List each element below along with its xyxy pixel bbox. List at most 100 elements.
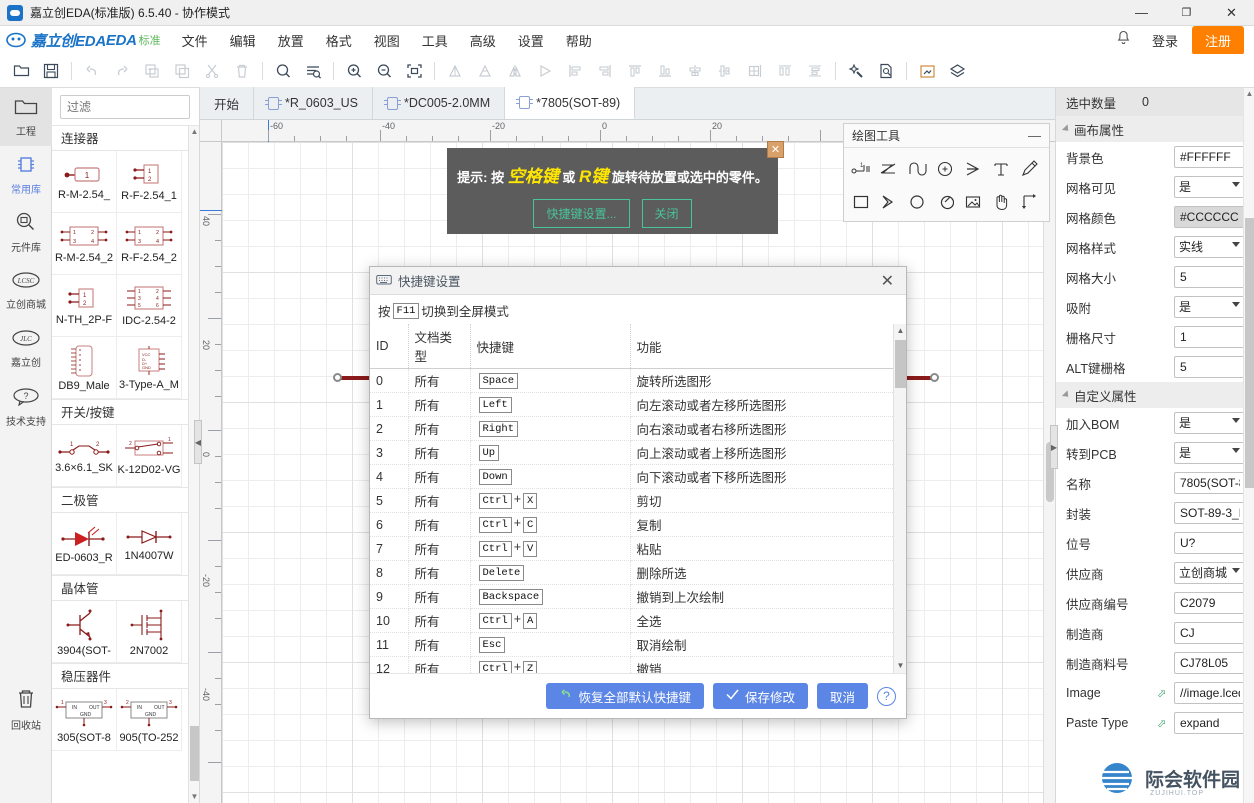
doc-search-icon[interactable] [871, 57, 901, 85]
search-icon[interactable] [268, 57, 298, 85]
grid-color-input[interactable] [1174, 206, 1246, 228]
paste-type-input[interactable] [1174, 712, 1246, 734]
library-group-transistors[interactable]: 晶体管 [52, 575, 199, 601]
snap-select[interactable]: 是 [1174, 296, 1246, 318]
minimize-button[interactable]: — [1119, 0, 1164, 26]
login-link[interactable]: 登录 [1152, 31, 1178, 50]
sidebar-item-common-library[interactable]: 常用库 [0, 146, 52, 204]
menu-item-settings[interactable]: 设置 [507, 27, 555, 54]
library-filter-input[interactable] [60, 95, 190, 119]
flip-icon[interactable] [530, 57, 560, 85]
dimension-tool[interactable] [1015, 185, 1043, 218]
minimize-icon[interactable]: — [1028, 128, 1041, 143]
close-icon[interactable]: ✕ [875, 271, 900, 291]
pin-tool[interactable]: 1 [847, 152, 875, 185]
table-row[interactable]: 4 所有 Down 向下滚动或者下移所选图形 [370, 464, 893, 489]
properties-scrollbar[interactable]: ▲ [1243, 88, 1254, 803]
cell-shortcut[interactable]: Down [470, 464, 631, 489]
shortcut-settings-button[interactable]: 快捷键设置... [533, 199, 630, 228]
snap-size-input[interactable] [1174, 326, 1246, 348]
menu-item-place[interactable]: 放置 [267, 27, 315, 54]
table-row[interactable]: 11 所有 Esc 取消绘制 [370, 632, 893, 657]
rotate-left-icon[interactable] [440, 57, 470, 85]
align-bottom-icon[interactable] [650, 57, 680, 85]
cancel-button[interactable]: 取消 [816, 683, 868, 709]
library-item[interactable]: 1 2 3 4 R-F-2.54_2 [117, 213, 182, 275]
menu-item-file[interactable]: 文件 [171, 27, 219, 54]
background-color-input[interactable] [1174, 146, 1246, 168]
library-scrollbar[interactable]: ▲ ▼ [188, 126, 199, 803]
save-icon[interactable] [36, 57, 66, 85]
circle-plus-tool[interactable] [931, 152, 959, 185]
bell-icon[interactable] [1110, 30, 1138, 50]
sidebar-item-support[interactable]: ? 技术支持 [0, 378, 52, 436]
library-item[interactable]: 1 2 R-F-2.54_1 [117, 151, 182, 213]
menu-item-help[interactable]: 帮助 [555, 27, 603, 54]
table-row[interactable]: 12 所有 Ctrl + Z 撤销 [370, 656, 893, 673]
library-item[interactable]: 1 R-M-2.54_ [52, 151, 117, 213]
grid-visible-select[interactable]: 是 [1174, 176, 1246, 198]
tab-7805[interactable]: *7805(SOT-89) [505, 87, 636, 119]
align-center-h-icon[interactable] [710, 57, 740, 85]
scroll-down-icon[interactable]: ▼ [189, 791, 199, 803]
hand-tool[interactable] [987, 185, 1015, 218]
find-list-icon[interactable] [298, 57, 328, 85]
library-scroll-thumb[interactable] [190, 726, 199, 781]
table-row[interactable]: 0 所有 Space 旋转所选图形 [370, 368, 893, 393]
alt-snap-input[interactable] [1174, 356, 1246, 378]
add-to-bom-select[interactable]: 是 [1174, 412, 1246, 434]
sidebar-item-lcsc-mall[interactable]: LCSC 立创商城 [0, 262, 52, 320]
table-row[interactable]: 7 所有 Ctrl + V 粘贴 [370, 536, 893, 561]
maximize-button[interactable]: ❐ [1164, 0, 1209, 26]
table-row[interactable]: 6 所有 Ctrl + C 复制 [370, 512, 893, 537]
supplier-select[interactable]: 立创商城 [1174, 562, 1246, 584]
convert-to-pcb-select[interactable]: 是 [1174, 442, 1246, 464]
open-file-icon[interactable] [6, 57, 36, 85]
tab-dc005[interactable]: *DC005-2.0MM [372, 87, 506, 119]
section-canvas-properties[interactable]: 画布属性 [1056, 116, 1254, 142]
grid-size-input[interactable] [1174, 266, 1246, 288]
cell-shortcut[interactable]: Delete [470, 560, 631, 585]
table-row[interactable]: 10 所有 Ctrl + A 全选 [370, 608, 893, 633]
library-item[interactable]: IN OUT GND 2 3 905(TO-252 [117, 689, 182, 751]
manufacturer-input[interactable] [1174, 622, 1246, 644]
wire-tool[interactable] [875, 152, 903, 185]
fit-screen-icon[interactable] [399, 57, 429, 85]
rectangle-tool[interactable] [847, 185, 875, 218]
image-input[interactable] [1174, 682, 1246, 704]
library-item[interactable]: 1N4007W [117, 513, 182, 575]
zoom-out-icon[interactable] [369, 57, 399, 85]
distribute-v-icon[interactable] [800, 57, 830, 85]
pie-tool[interactable] [931, 185, 959, 218]
canvas-vertical-scrollbar[interactable] [1043, 142, 1055, 803]
library-collapse-handle[interactable]: ◀ [194, 420, 202, 464]
library-item[interactable]: DB9_Male [52, 337, 117, 399]
cell-shortcut[interactable]: Ctrl + X [470, 488, 631, 513]
distribute-h-icon[interactable] [770, 57, 800, 85]
library-item[interactable]: IN OUT GND 1 3 305(SOT-8 [52, 689, 117, 751]
align-center-v-icon[interactable] [680, 57, 710, 85]
align-right-icon[interactable] [590, 57, 620, 85]
cell-shortcut[interactable]: Up [470, 440, 631, 465]
cell-shortcut[interactable]: Ctrl + Z [470, 656, 631, 673]
cell-shortcut[interactable]: Left [470, 392, 631, 417]
menu-item-format[interactable]: 格式 [315, 27, 363, 54]
scroll-down-icon[interactable]: ▼ [894, 659, 906, 673]
cell-shortcut[interactable]: Right [470, 416, 631, 441]
restore-defaults-button[interactable]: 恢复全部默认快捷键 [546, 683, 704, 709]
ellipse-tool[interactable] [903, 185, 931, 218]
cell-shortcut[interactable]: Ctrl + C [470, 512, 631, 537]
table-row[interactable]: 3 所有 Up 向上滚动或者上移所选图形 [370, 440, 893, 465]
tab-r0603us[interactable]: *R_0603_US [254, 87, 373, 119]
align-top-icon[interactable] [620, 57, 650, 85]
cell-shortcut[interactable]: Space [470, 368, 631, 393]
library-group-connectors[interactable]: 连接器 [52, 125, 199, 151]
image-tool[interactable] [959, 185, 987, 218]
undo-icon[interactable] [77, 57, 107, 85]
scroll-up-icon[interactable]: ▲ [894, 324, 906, 338]
menu-item-advanced[interactable]: 高级 [459, 27, 507, 54]
library-item[interactable]: 2 1 K-12D02-VG [117, 425, 182, 487]
section-custom-properties[interactable]: 自定义属性 [1056, 382, 1254, 408]
help-icon[interactable]: ? [877, 686, 896, 706]
tip-close-button[interactable]: 关闭 [641, 199, 692, 228]
